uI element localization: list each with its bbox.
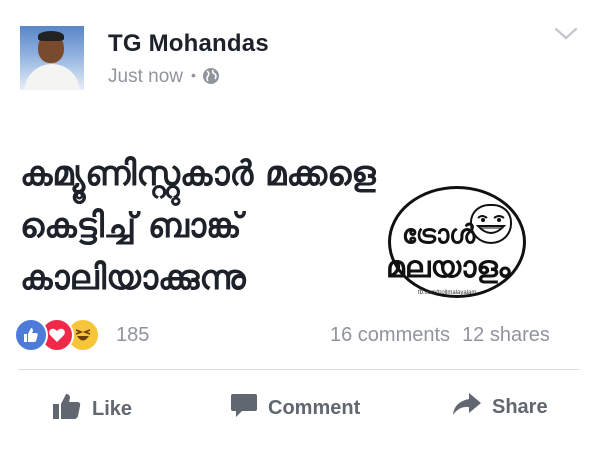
divider bbox=[18, 369, 580, 370]
globe-icon bbox=[202, 67, 220, 91]
reaction-count[interactable]: 185 bbox=[116, 324, 149, 347]
author-avatar[interactable] bbox=[20, 26, 84, 90]
like-reaction-icon bbox=[14, 318, 48, 352]
avatar-hair bbox=[38, 31, 64, 41]
action-bar: Like Comment Share bbox=[0, 384, 600, 430]
comment-count[interactable]: 16 comments bbox=[330, 324, 450, 346]
comment-button[interactable]: Comment bbox=[230, 392, 360, 424]
avatar-shirt bbox=[24, 64, 80, 90]
troll-malayalam-logo: ട്രോൾ മലയാളം fb.com/trollmalayalam bbox=[384, 186, 530, 304]
share-label: Share bbox=[492, 395, 548, 418]
meta-separator: • bbox=[190, 67, 196, 83]
share-arrow-icon bbox=[452, 392, 482, 422]
engagement-counts: 16 comments 12 shares bbox=[330, 324, 550, 347]
troll-face-icon bbox=[470, 204, 512, 244]
like-label: Like bbox=[92, 397, 133, 420]
logo-text-troll: ട്രോൾ bbox=[402, 220, 476, 250]
thumbs-up-icon bbox=[52, 392, 82, 426]
comment-label: Comment bbox=[268, 396, 361, 419]
logo-text-malayalam: മലയാളം bbox=[386, 250, 511, 285]
logo-caption: fb.com/trollmalayalam bbox=[418, 290, 477, 296]
author-name[interactable]: TG Mohandas bbox=[108, 30, 269, 58]
like-button[interactable]: Like bbox=[52, 392, 132, 426]
share-count[interactable]: 12 shares bbox=[462, 324, 550, 346]
speech-bubble-icon bbox=[230, 392, 258, 424]
chevron-down-icon[interactable] bbox=[553, 26, 579, 47]
post-meta: Just now • bbox=[108, 66, 220, 91]
post-timestamp[interactable]: Just now bbox=[108, 66, 183, 87]
share-button[interactable]: Share bbox=[452, 392, 548, 422]
